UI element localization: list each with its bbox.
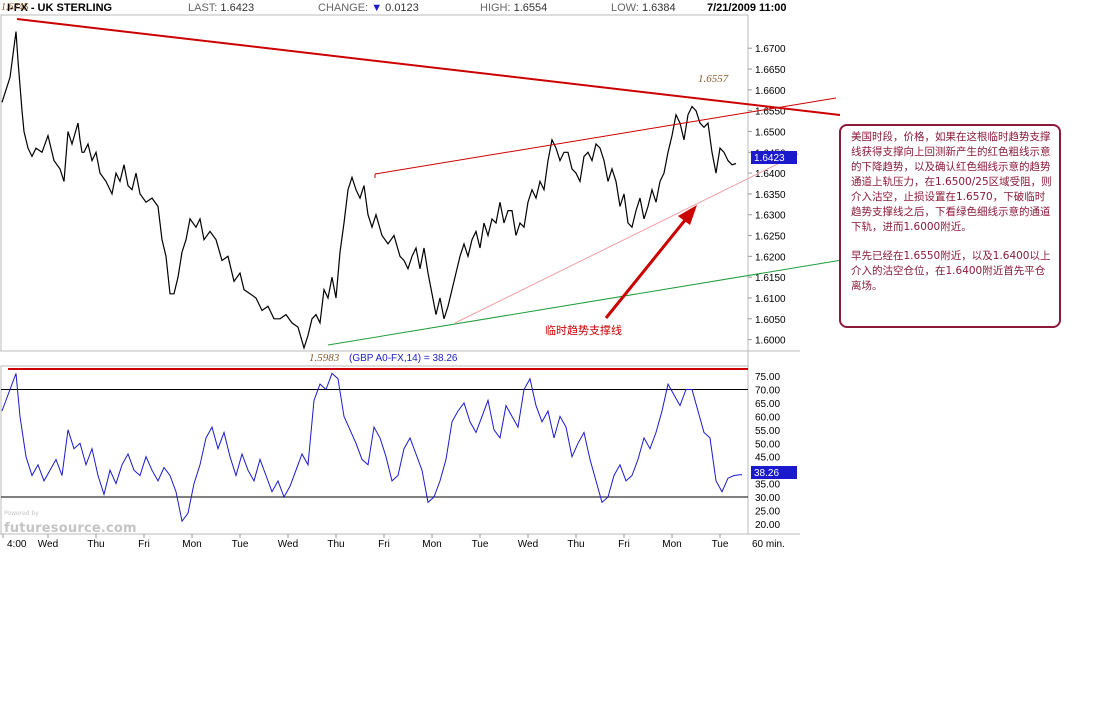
time-axis-labels: 4:00 Wed Thu Fri Mon Tue Wed Thu Fri Mon Tue Wed Thu… <box>2 534 785 550</box>
rsi-tick-label: 55.00 <box>755 426 780 437</box>
time-tick-label: Fri <box>618 539 630 550</box>
time-tick-label: Tue <box>472 539 489 550</box>
time-tick-label: Wed <box>278 539 298 550</box>
rsi-tick-label: 25.00 <box>755 506 780 517</box>
time-tick-label: Tue <box>232 539 249 550</box>
rsi-tick-label: 30.00 <box>755 493 780 504</box>
rsi-tick-label: 20.00 <box>755 520 780 531</box>
rsi-axis-ticks: 20.0025.0030.0035.0040.0045.0050.0055.00… <box>755 372 780 531</box>
annotation-paragraph-2: 早先已经在1.6550附近，以及1.6400以上介入的沽空仓位，在1.6400附… <box>851 250 1051 292</box>
rsi-panel-frame <box>0 365 749 535</box>
rsi-tick-label: 50.00 <box>755 439 780 450</box>
time-tick-label: Tue <box>712 539 729 550</box>
time-tick-label: Thu <box>327 539 344 550</box>
price-tick-label: 1.6200 <box>755 252 786 263</box>
time-tick-label: Fri <box>138 539 150 550</box>
last-price-tag-text: 1.6423 <box>754 153 785 164</box>
analysis-annotation-box: 美国时段，价格，如果在这根临时趋势支撑线获得支撑向上回测新产生的红色粗线示意的下… <box>839 124 1061 328</box>
rsi-tick-label: 75.00 <box>755 372 780 383</box>
rsi-value-tag-text: 38.26 <box>754 468 779 479</box>
price-tick-label: 1.6150 <box>755 273 786 284</box>
price-tick-label: 1.6700 <box>755 44 786 55</box>
downtrend-thick-red-line <box>16 18 841 116</box>
time-tick-label: Thu <box>567 539 584 550</box>
time-tick-label: 4:00 <box>7 539 27 550</box>
price-tick-label: 1.6000 <box>755 336 786 347</box>
time-tick-label: Mon <box>662 539 681 550</box>
price-panel-frame <box>0 14 749 352</box>
price-tick-label: 1.6300 <box>755 211 786 222</box>
rsi-tick-label: 45.00 <box>755 453 780 464</box>
price-tick-label: 1.6050 <box>755 315 786 326</box>
futuresource-logo: Powered by futuresource.com <box>4 510 137 536</box>
price-tick-label: 1.6250 <box>755 232 786 243</box>
price-series-line <box>1 31 737 350</box>
low-price-label: 1.5983 <box>309 352 340 364</box>
price-tick-label: 1.6650 <box>755 65 786 76</box>
price-axis-ticks: 1.6000 1.6050 1.6100 1.6150 1.6200 1.6250 1.63… <box>748 44 786 347</box>
annotation-paragraph-1: 美国时段，价格，如果在这根临时趋势支撑线获得支撑向上回测新产生的红色粗线示意的下… <box>851 131 1052 233</box>
price-tick-label: 1.6400 <box>755 169 786 180</box>
rsi-tick-label: 60.00 <box>755 412 780 423</box>
rsi-tick-label: 70.00 <box>755 386 780 397</box>
high-price-label: 1.6557 <box>698 73 729 85</box>
price-tick-label: 1.6100 <box>755 294 786 305</box>
price-tick-label: 1.6500 <box>755 127 786 138</box>
price-tick-label: 1.6350 <box>755 190 786 201</box>
price-tick-label: 1.6600 <box>755 86 786 97</box>
time-tick-label: Wed <box>518 539 538 550</box>
rsi-tick-label: 65.00 <box>755 399 780 410</box>
rsi-tick-label: 35.00 <box>755 480 780 491</box>
time-tick-label: Fri <box>378 539 390 550</box>
temporary-support-pink-line <box>454 153 799 324</box>
rsi-title: (GBP A0-FX,14) = 38.26 <box>349 353 458 364</box>
time-tick-label: Thu <box>87 539 104 550</box>
time-unit-label: 60 min. <box>752 539 785 550</box>
time-tick-label: Mon <box>182 539 201 550</box>
rsi-series-line <box>1 372 742 523</box>
temporary-support-label: 临时趋势支撑线 <box>545 324 622 337</box>
first-price-label: 1.6745 <box>1 2 29 13</box>
support-arrow-shaft <box>604 213 692 319</box>
time-tick-label: Mon <box>422 539 441 550</box>
time-tick-label: Wed <box>38 539 58 550</box>
